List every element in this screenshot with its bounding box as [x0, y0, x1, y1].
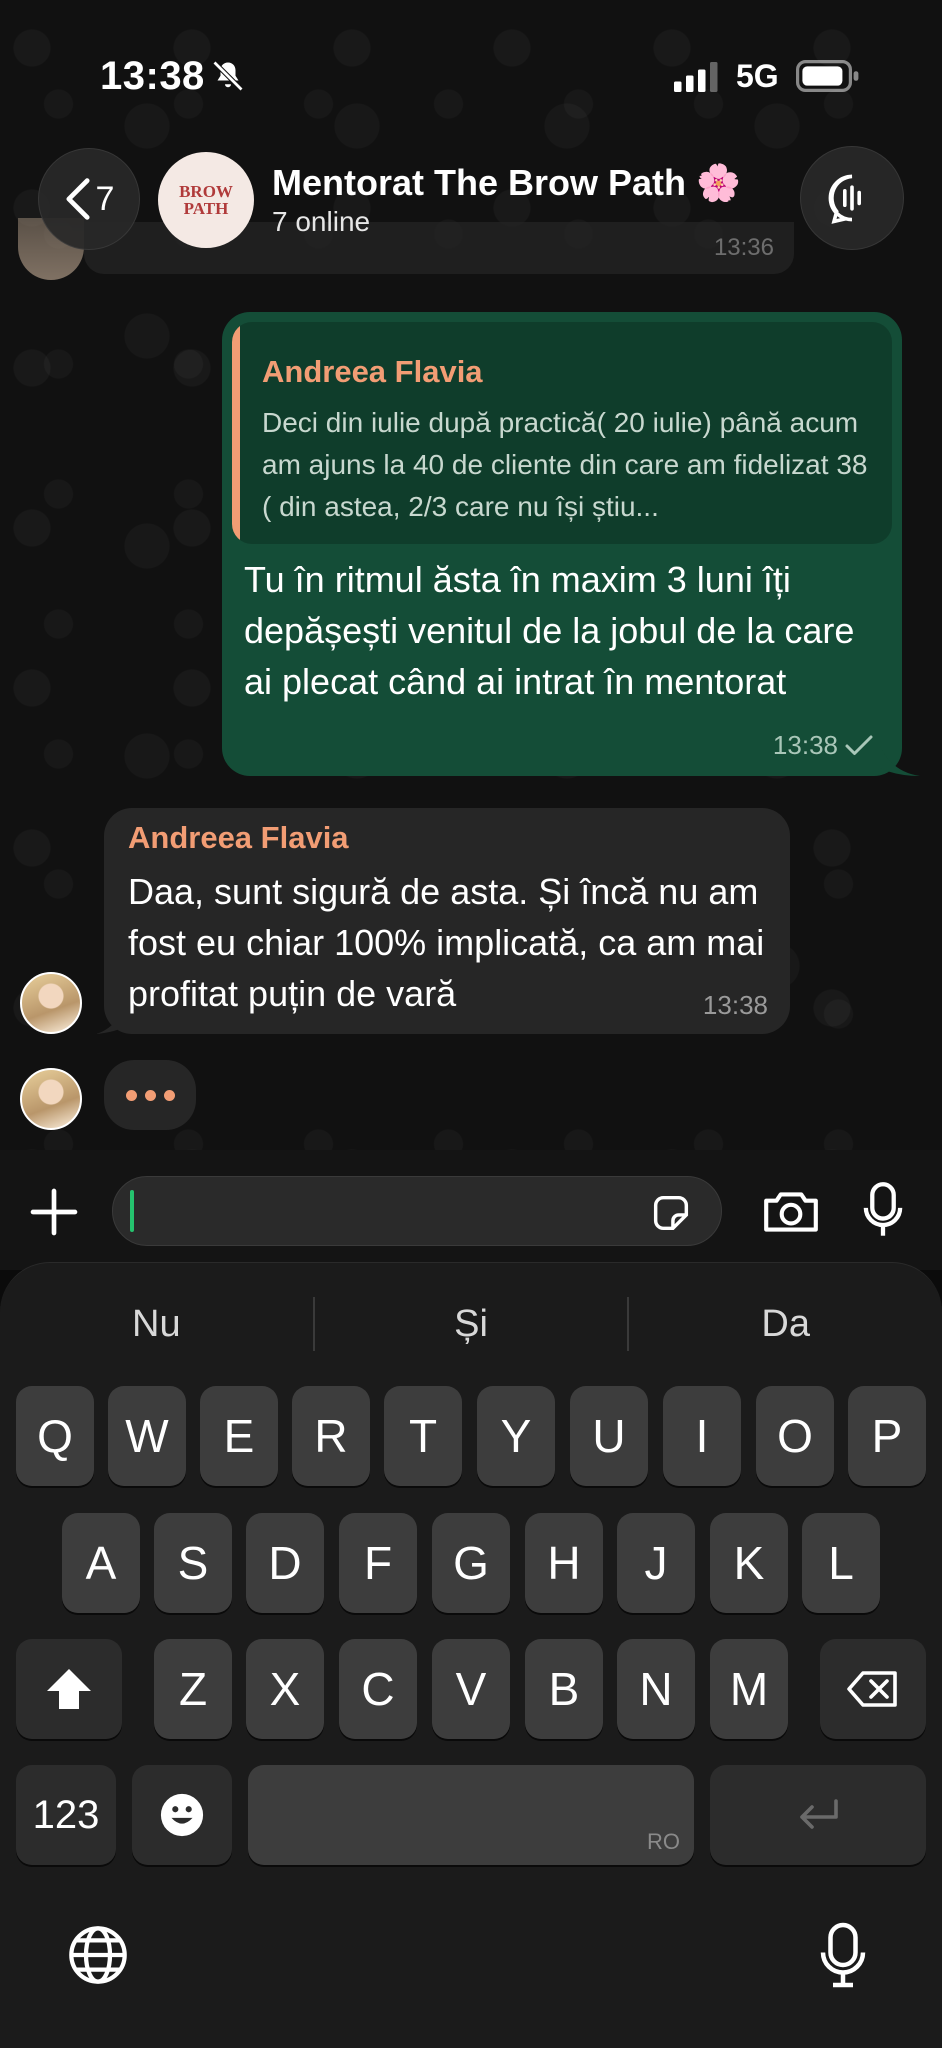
- voice-chat-icon: [828, 174, 861, 224]
- key-t[interactable]: T: [384, 1386, 462, 1486]
- reply-quote[interactable]: Andreea Flavia Deci din iulie după pract…: [232, 322, 892, 544]
- key-x[interactable]: X: [246, 1639, 324, 1739]
- key-g[interactable]: G: [432, 1513, 510, 1613]
- quote-author: Andreea Flavia: [262, 354, 483, 389]
- key-p[interactable]: P: [848, 1386, 926, 1486]
- key-j[interactable]: J: [617, 1513, 695, 1613]
- avatar[interactable]: [20, 1068, 82, 1130]
- logo-text: PATH: [183, 199, 229, 218]
- checkmark-icon: [845, 735, 873, 755]
- status-time: 13:38: [100, 54, 205, 98]
- signal-icon: [674, 62, 718, 92]
- suggestion-item[interactable]: Și: [315, 1289, 628, 1359]
- sticker-icon[interactable]: [648, 1190, 694, 1236]
- outgoing-message-bubble[interactable]: Andreea Flavia Deci din iulie după pract…: [222, 312, 902, 776]
- message-input-bar: [0, 1150, 942, 1270]
- numbers-key[interactable]: 123: [16, 1765, 116, 1865]
- key-h[interactable]: H: [525, 1513, 603, 1613]
- chat-title[interactable]: Mentorat The Brow Path 🌸: [272, 162, 741, 204]
- return-arrow-icon: [800, 1799, 838, 1829]
- chat-subtitle: 7 online: [272, 206, 371, 237]
- attach-plus-icon[interactable]: [26, 1184, 82, 1240]
- key-a[interactable]: A: [62, 1513, 140, 1613]
- globe-icon[interactable]: [66, 1923, 130, 1987]
- key-m[interactable]: M: [710, 1639, 788, 1739]
- back-button[interactable]: 7: [38, 148, 140, 250]
- key-l[interactable]: L: [802, 1513, 880, 1613]
- suggestion-item[interactable]: Da: [629, 1289, 942, 1359]
- key-d[interactable]: D: [246, 1513, 324, 1613]
- delete-key[interactable]: [820, 1639, 926, 1739]
- typing-dot: [144, 1089, 156, 1101]
- bubble-tail: [880, 746, 920, 776]
- battery-icon: [796, 60, 859, 92]
- chevron-left-icon: [65, 178, 90, 220]
- group-avatar[interactable]: BROW PATH: [158, 152, 254, 248]
- message-text: Tu în ritmul ăsta în maxim 3 luni îți de…: [244, 559, 855, 702]
- quote-text: Deci din iulie după practică( 20 iulie) …: [262, 407, 868, 522]
- key-b[interactable]: B: [525, 1639, 603, 1739]
- bell-slash-icon: [212, 60, 244, 92]
- emoji-smile-icon: [160, 1793, 204, 1837]
- key-k[interactable]: K: [710, 1513, 788, 1613]
- message-time: 13:36: [713, 234, 774, 261]
- keyboard-language-label: RO: [647, 1829, 680, 1854]
- key-o[interactable]: O: [756, 1386, 834, 1486]
- camera-icon[interactable]: [760, 1186, 822, 1236]
- key-n[interactable]: N: [617, 1639, 695, 1739]
- key-c[interactable]: C: [339, 1639, 417, 1739]
- group-call-button[interactable]: [800, 146, 904, 250]
- emoji-key[interactable]: [132, 1765, 232, 1865]
- key-f[interactable]: F: [339, 1513, 417, 1613]
- key-r[interactable]: R: [292, 1386, 370, 1486]
- network-label: 5G: [736, 58, 779, 94]
- message-time: 13:38: [772, 730, 838, 760]
- unread-count: 7: [95, 179, 115, 218]
- key-e[interactable]: E: [200, 1386, 278, 1486]
- dictation-mic-icon[interactable]: [818, 1919, 868, 1991]
- quote-accent-bar: [232, 322, 240, 544]
- avatar[interactable]: [20, 972, 82, 1034]
- backspace-icon: [847, 1671, 897, 1707]
- key-i[interactable]: I: [663, 1386, 741, 1486]
- typing-indicator: [104, 1060, 196, 1130]
- logo-text: BROW: [179, 182, 233, 201]
- microphone-icon[interactable]: [860, 1180, 906, 1240]
- message-time: 13:38: [702, 990, 768, 1020]
- keyboard: Nu Și Da Q W E R T Y U I O P A S D F G H…: [0, 1262, 942, 2048]
- key-w[interactable]: W: [108, 1386, 186, 1486]
- suggestion-item[interactable]: Nu: [0, 1289, 313, 1359]
- suggestion-bar: Nu Și Da: [0, 1289, 942, 1359]
- shift-arrow-icon: [47, 1669, 91, 1709]
- bubble-tail: [96, 1004, 126, 1034]
- message-input[interactable]: [112, 1176, 722, 1246]
- message-text: Daa, sunt sigură de asta. Și încă nu am …: [128, 871, 765, 1014]
- typing-dot: [125, 1089, 137, 1101]
- key-u[interactable]: U: [570, 1386, 648, 1486]
- return-key[interactable]: [710, 1765, 926, 1865]
- typing-dot: [163, 1089, 175, 1101]
- incoming-message-bubble[interactable]: Andreea Flavia Daa, sunt sigură de asta.…: [104, 808, 790, 1034]
- key-z[interactable]: Z: [154, 1639, 232, 1739]
- key-s[interactable]: S: [154, 1513, 232, 1613]
- status-bar: 13:38 5G: [0, 0, 942, 140]
- key-v[interactable]: V: [432, 1639, 510, 1739]
- key-q[interactable]: Q: [16, 1386, 94, 1486]
- space-key[interactable]: RO: [248, 1765, 694, 1865]
- shift-key[interactable]: [16, 1639, 122, 1739]
- message-author[interactable]: Andreea Flavia: [128, 820, 349, 856]
- text-cursor: [130, 1190, 134, 1232]
- key-y[interactable]: Y: [477, 1386, 555, 1486]
- message-meta: 13:38: [773, 730, 874, 761]
